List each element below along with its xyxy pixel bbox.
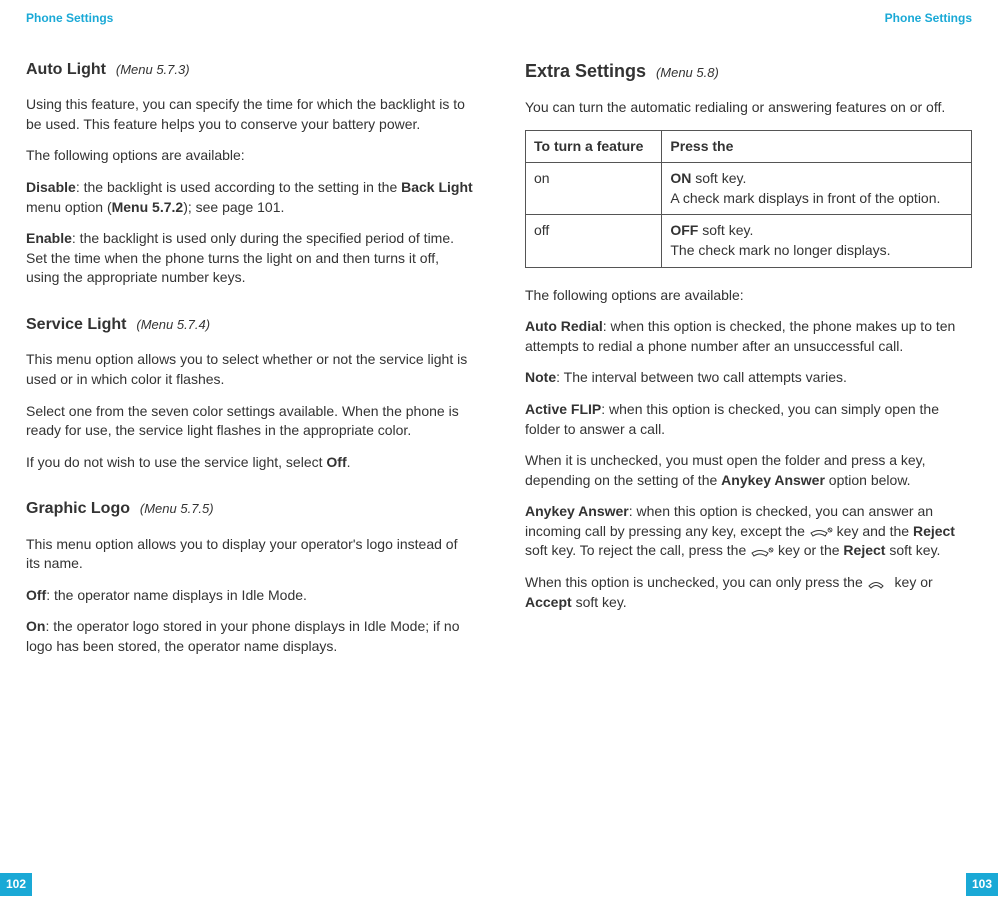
options-available: The following options are available: [525, 286, 972, 306]
cell-off-desc: OFF soft key. The check mark no longer d… [662, 215, 972, 267]
cell-on: on [526, 163, 662, 215]
off-soft-key: OFF [670, 222, 698, 238]
end-call-icon [809, 526, 833, 538]
service-light-menu: (Menu 5.7.4) [136, 317, 210, 332]
unchecked-c: soft key. [572, 594, 627, 610]
anykey-answer-p: Anykey Answer: when this option is check… [525, 502, 972, 561]
th-feature: To turn a feature [526, 130, 662, 163]
auto-light-p1: Using this feature, you can specify the … [26, 95, 473, 134]
graphic-logo-off: Off: the operator name displays in Idle … [26, 586, 473, 606]
graphic-logo-on-label: On [26, 618, 45, 634]
service-light-off: Off [326, 454, 346, 470]
service-light-p1: This menu option allows you to select wh… [26, 350, 473, 389]
extra-settings-menu: (Menu 5.8) [656, 65, 719, 80]
off-soft-key-b: The check mark no longer displays. [670, 242, 890, 258]
auto-light-p2: The following options are available: [26, 146, 473, 166]
cell-off: off [526, 215, 662, 267]
graphic-logo-title: Graphic Logo [26, 500, 130, 517]
note-text: : The interval between two call attempts… [556, 369, 847, 385]
anykey-e: soft key. [885, 542, 940, 558]
service-light-title: Service Light [26, 316, 126, 333]
service-light-p3: If you do not wish to use the service li… [26, 453, 473, 473]
service-light-p3a: If you do not wish to use the service li… [26, 454, 326, 470]
reject1: Reject [913, 523, 955, 539]
graphic-logo-menu: (Menu 5.7.5) [140, 501, 214, 516]
running-head-right: Phone Settings [525, 10, 972, 27]
table-header-row: To turn a feature Press the [526, 130, 972, 163]
on-soft-key: ON [670, 170, 691, 186]
th-press: Press the [662, 130, 972, 163]
unchecked-b: key or [891, 574, 933, 590]
auto-light-menu: (Menu 5.7.3) [116, 62, 190, 77]
page-right: Phone Settings Extra Settings (Menu 5.8)… [499, 0, 998, 906]
service-light-p2: Select one from the seven color settings… [26, 402, 473, 441]
auto-redial-p: Auto Redial: when this option is checked… [525, 317, 972, 356]
note-label: Note [525, 369, 556, 385]
active-flip-p: Active FLIP: when this option is checked… [525, 400, 972, 439]
page-number-left: 102 [0, 873, 32, 896]
service-light-p3b: . [347, 454, 351, 470]
running-head-left: Phone Settings [26, 10, 473, 27]
auto-redial-label: Auto Redial [525, 318, 603, 334]
unchecked-a: When this option is unchecked, you can o… [525, 574, 867, 590]
section-auto-light-head: Auto Light (Menu 5.7.3) [26, 59, 473, 81]
graphic-logo-off-label: Off [26, 587, 46, 603]
graphic-logo-p1: This menu option allows you to display y… [26, 535, 473, 574]
graphic-logo-on-text: : the operator logo stored in your phone… [26, 618, 460, 654]
graphic-logo-off-text: : the operator name displays in Idle Mod… [46, 587, 307, 603]
enable-label: Enable [26, 230, 72, 246]
answer-call-icon [867, 577, 891, 589]
table-row: on ON soft key. A check mark displays in… [526, 163, 972, 215]
page-left: Phone Settings Auto Light (Menu 5.7.3) U… [0, 0, 499, 906]
disable-label: Disable [26, 179, 76, 195]
section-extra-settings-head: Extra Settings (Menu 5.8) [525, 59, 972, 84]
off-soft-key-a: soft key. [698, 222, 753, 238]
on-soft-key-b: A check mark displays in front of the op… [670, 190, 940, 206]
anykey-c: soft key. To reject the call, press the [525, 542, 750, 558]
anykey-bold1: Anykey Answer [721, 472, 825, 488]
accept-label: Accept [525, 594, 572, 610]
end-call-icon [750, 546, 774, 558]
cell-on-desc: ON soft key. A check mark displays in fr… [662, 163, 972, 215]
on-soft-key-a: soft key. [691, 170, 746, 186]
graphic-logo-on: On: the operator logo stored in your pho… [26, 617, 473, 656]
section-graphic-logo-head: Graphic Logo (Menu 5.7.5) [26, 498, 473, 520]
extra-settings-title: Extra Settings [525, 61, 646, 81]
reject2: Reject [843, 542, 885, 558]
auto-light-title: Auto Light [26, 61, 106, 78]
anykey-d: key or the [774, 542, 843, 558]
enable-text: : the backlight is used only during the … [26, 230, 454, 285]
feature-table: To turn a feature Press the on ON soft k… [525, 130, 972, 268]
active-flip-label: Active FLIP [525, 401, 601, 417]
anykey-b: key and the [833, 523, 913, 539]
auto-light-disable: Disable: the backlight is used according… [26, 178, 473, 217]
back-light-label: Back Light [401, 179, 473, 195]
flip-unchecked-b: option below. [825, 472, 911, 488]
disable-a: : the backlight is used according to the… [76, 179, 401, 195]
table-row: off OFF soft key. The check mark no long… [526, 215, 972, 267]
disable-c: ); see page 101. [183, 199, 284, 215]
flip-unchecked-p: When it is unchecked, you must open the … [525, 451, 972, 490]
disable-b: menu option ( [26, 199, 112, 215]
page-number-right: 103 [966, 873, 998, 896]
note-p: Note: The interval between two call atte… [525, 368, 972, 388]
auto-light-enable: Enable: the backlight is used only durin… [26, 229, 473, 288]
unchecked-p: When this option is unchecked, you can o… [525, 573, 972, 612]
menu572: Menu 5.7.2 [112, 199, 184, 215]
section-service-light-head: Service Light (Menu 5.7.4) [26, 314, 473, 336]
anykey-label: Anykey Answer [525, 503, 629, 519]
extra-intro: You can turn the automatic redialing or … [525, 98, 972, 118]
